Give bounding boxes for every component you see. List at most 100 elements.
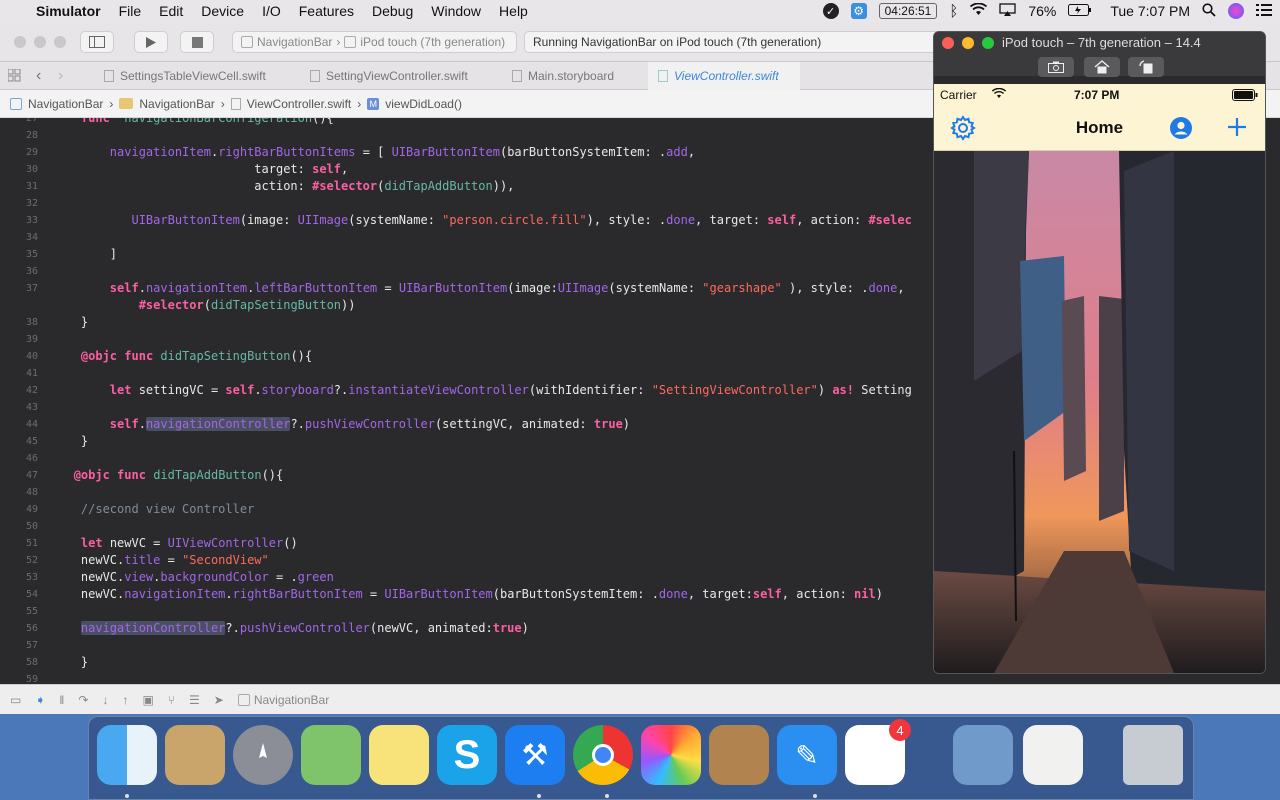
preview-icon[interactable]	[953, 725, 1013, 785]
toggle-navigator-button[interactable]	[80, 31, 114, 53]
timer-display[interactable]: 04:26:51	[878, 3, 938, 19]
step-into-icon[interactable]: ↓	[102, 693, 108, 707]
battery-icon[interactable]	[1068, 3, 1092, 19]
checkmark-status-icon[interactable]: ✓	[822, 3, 839, 19]
memory-graph-icon[interactable]: ⑂	[168, 693, 175, 707]
minimize-window-button[interactable]	[34, 36, 46, 48]
menu-device[interactable]: Device	[192, 3, 253, 19]
mail-icon[interactable]	[165, 725, 225, 785]
breadcrumb-method[interactable]: viewDidLoad()	[385, 97, 462, 111]
line-number: 52	[25, 555, 38, 566]
menu-io[interactable]: I/O	[253, 3, 290, 19]
menu-edit[interactable]: Edit	[150, 3, 192, 19]
reminders-icon[interactable]: 4	[845, 719, 911, 785]
step-out-icon[interactable]: ↑	[122, 693, 128, 707]
line-number: 56	[25, 623, 38, 634]
battery-percent[interactable]: 76%	[1028, 3, 1056, 19]
running-indicator	[125, 794, 129, 798]
rotate-button[interactable]	[1128, 57, 1164, 77]
finder-icon[interactable]	[97, 725, 157, 785]
line-number: 55	[25, 606, 38, 617]
hide-debug-area-icon[interactable]: ▭	[10, 693, 21, 707]
line-number: 27	[25, 118, 38, 124]
add-button[interactable]	[1226, 116, 1248, 141]
menu-features[interactable]: Features	[290, 3, 363, 19]
forward-icon[interactable]: ›	[58, 67, 63, 85]
stop-button[interactable]	[180, 31, 214, 53]
launchpad-icon[interactable]	[233, 725, 293, 785]
zoom-window-button[interactable]	[54, 36, 66, 48]
close-window-button[interactable]	[14, 36, 26, 48]
photos-icon[interactable]	[641, 725, 701, 785]
breadcrumb-project[interactable]: NavigationBar	[28, 97, 103, 111]
minimize-window-button[interactable]	[962, 37, 974, 49]
view-debugger-icon[interactable]: ▣	[142, 693, 153, 707]
code-line: newVC.title = "SecondView"	[52, 553, 269, 567]
line-number: 36	[25, 266, 38, 277]
breakpoints-icon[interactable]: ➧	[35, 693, 45, 707]
bluetooth-icon[interactable]: ᛒ	[949, 3, 958, 20]
notification-center-icon[interactable]	[1256, 3, 1272, 19]
tab-setting-view-controller[interactable]: SettingViewController.swift	[300, 62, 500, 90]
line-number: 45	[25, 436, 38, 447]
menu-window[interactable]: Window	[422, 3, 490, 19]
notes-icon[interactable]	[369, 725, 429, 785]
tab-label: SettingsTableViewCell.swift	[120, 69, 266, 83]
swift-file-icon	[658, 70, 668, 82]
device-screen[interactable]: Carrier 7:07 PM Home	[934, 84, 1265, 673]
contacts-icon[interactable]	[709, 725, 769, 785]
breadcrumb-file[interactable]: ViewController.swift	[247, 97, 351, 111]
tab-label: ViewController.swift	[674, 69, 779, 83]
chrome-icon[interactable]	[573, 725, 633, 785]
line-number: 54	[25, 589, 38, 600]
breadcrumb-folder[interactable]: NavigationBar	[139, 97, 214, 111]
location-icon[interactable]: ➤	[214, 693, 224, 707]
line-number: 58	[25, 657, 38, 668]
city-street-photo	[934, 151, 1265, 673]
activity-status: Running NavigationBar on iPod touch (7th…	[524, 31, 944, 53]
folder-icon	[119, 98, 134, 109]
device-icon	[344, 36, 357, 48]
tab-view-controller[interactable]: ViewController.swift	[648, 62, 800, 90]
profile-button[interactable]	[1169, 116, 1193, 143]
xcode-icon[interactable]: ⚒	[505, 725, 565, 785]
menu-file[interactable]: File	[110, 3, 151, 19]
menu-help[interactable]: Help	[490, 3, 537, 19]
skype-icon[interactable]: S	[437, 725, 497, 785]
environment-overrides-icon[interactable]: ☰	[189, 693, 200, 707]
simulator-icon[interactable]: ✎	[777, 725, 837, 785]
stop-icon	[191, 36, 203, 48]
pause-icon[interactable]: ‖	[59, 693, 64, 707]
code-line: ]	[52, 247, 118, 261]
grid-icon[interactable]	[7, 68, 21, 85]
spotlight-search-icon[interactable]	[1202, 2, 1216, 20]
menu-debug[interactable]: Debug	[363, 3, 422, 19]
line-number: 53	[25, 572, 38, 583]
maps-icon[interactable]	[301, 725, 361, 785]
step-over-icon[interactable]: ↷	[78, 693, 88, 707]
textedit-icon[interactable]	[1023, 725, 1083, 785]
swift-file-icon	[310, 70, 320, 82]
tab-settings-table-view-cell[interactable]: SettingsTableViewCell.swift	[94, 62, 294, 90]
source-editor[interactable]: 27 func navigationBarConfigeration(){28 2…	[0, 118, 933, 684]
wifi-icon[interactable]	[970, 2, 988, 19]
menu-datetime[interactable]: Tue 7:07 PM	[1110, 3, 1190, 19]
swift-file-icon	[104, 70, 114, 82]
code-line: let newVC = UIViewController()	[80, 536, 298, 550]
scheme-selector[interactable]: NavigationBar › iPod touch (7th generati…	[232, 31, 517, 53]
gear-status-icon[interactable]: ⚙	[850, 3, 867, 19]
code-line: }	[52, 655, 89, 669]
home-button[interactable]	[1084, 57, 1120, 77]
airplay-icon[interactable]	[999, 3, 1016, 19]
trash-icon[interactable]	[1123, 725, 1183, 785]
siri-icon[interactable]	[1228, 3, 1244, 19]
code-line: newVC.navigationItem.rightBarButtonItem …	[52, 587, 883, 601]
run-button[interactable]	[134, 31, 168, 53]
device-name: iPod touch (7th generation)	[360, 35, 506, 49]
screenshot-button[interactable]	[1038, 57, 1074, 77]
back-icon[interactable]: ‹	[36, 67, 41, 85]
zoom-window-button[interactable]	[982, 37, 994, 49]
menu-app-name[interactable]: Simulator	[27, 3, 110, 19]
close-window-button[interactable]	[942, 37, 954, 49]
tab-main-storyboard[interactable]: Main.storyboard	[502, 62, 642, 90]
